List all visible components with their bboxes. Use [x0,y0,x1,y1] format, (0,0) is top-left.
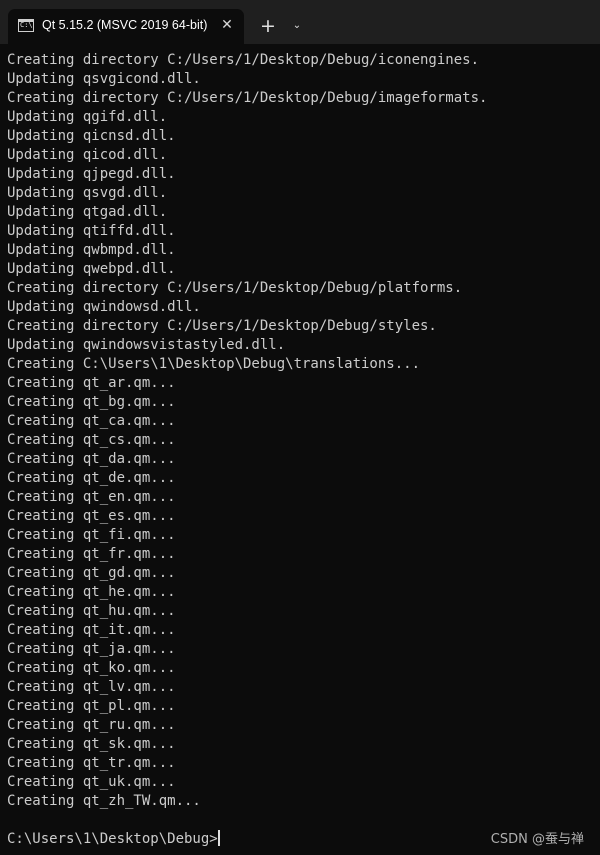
new-tab-button[interactable]: + [257,15,279,37]
console-line: Creating qt_ru.qm... [7,717,176,733]
console-icon: C:\ [18,19,34,32]
console-line: Creating qt_lv.qm... [7,679,176,695]
console-line: Creating qt_fi.qm... [7,527,176,543]
console-line: Creating qt_ja.qm... [7,641,176,657]
tab-title: Qt 5.15.2 (MSVC 2019 64-bit) [42,18,208,32]
console-line: Updating qsvgd.dll. [7,185,168,201]
prompt-text: C:\Users\1\Desktop\Debug> [7,831,218,847]
console-line: Creating directory C:/Users/1/Desktop/De… [7,90,488,106]
console-line: Updating qicod.dll. [7,147,168,163]
console-output[interactable]: Creating directory C:/Users/1/Desktop/De… [7,51,600,849]
console-line: Creating qt_it.qm... [7,622,176,638]
console-line: Creating C:\Users\1\Desktop\Debug\transl… [7,356,421,372]
console-line: Creating qt_ca.qm... [7,413,176,429]
console-line: Creating qt_zh_TW.qm... [7,793,201,809]
console-line: Creating qt_pl.qm... [7,698,176,714]
console-line: Updating qgifd.dll. [7,109,168,125]
console-line: Creating qt_ko.qm... [7,660,176,676]
text-cursor [217,830,220,846]
console-line: Creating qt_cs.qm... [7,432,176,448]
console-line: Updating qtgad.dll. [7,204,168,220]
console-line: Updating qsvgicond.dll. [7,71,201,87]
console-line: Creating qt_ar.qm... [7,375,176,391]
console-line: Updating qwindowsd.dll. [7,299,201,315]
console-line: Updating qjpegd.dll. [7,166,176,182]
console-line: Creating qt_es.qm... [7,508,176,524]
console-line: Creating directory C:/Users/1/Desktop/De… [7,52,480,68]
console-line: Updating qicnsd.dll. [7,128,176,144]
console-line: Creating qt_bg.qm... [7,394,176,410]
terminal-window: C:\ Qt 5.15.2 (MSVC 2019 64-bit) ✕ + ⌄ C… [0,0,600,855]
console-line: Updating qtiffd.dll. [7,223,176,239]
chevron-down-icon[interactable]: ⌄ [287,15,307,37]
console-line: Creating qt_hu.qm... [7,603,176,619]
console-line: Creating directory C:/Users/1/Desktop/De… [7,318,437,334]
watermark: CSDN @蚕与禅 [490,832,584,847]
console-line: Creating qt_sk.qm... [7,736,176,752]
console-line: Creating qt_fr.qm... [7,546,176,562]
console-icon-text: C:\ [20,21,33,29]
console-line: Creating qt_uk.qm... [7,774,176,790]
title-bar[interactable]: C:\ Qt 5.15.2 (MSVC 2019 64-bit) ✕ + ⌄ [0,0,600,44]
console-line: Updating qwindowsvistastyled.dll. [7,337,286,353]
console-line: Creating qt_de.qm... [7,470,176,486]
console-line: Creating qt_gd.qm... [7,565,176,581]
console-line: Updating qwbmpd.dll. [7,242,176,258]
console-lines: Creating directory C:/Users/1/Desktop/De… [7,51,600,811]
console-line: Creating qt_da.qm... [7,451,176,467]
console-line: Updating qwebpd.dll. [7,261,176,277]
console-line: Creating qt_en.qm... [7,489,176,505]
console-line: Creating directory C:/Users/1/Desktop/De… [7,280,463,296]
console-line: Creating qt_he.qm... [7,584,176,600]
terminal-tab[interactable]: C:\ Qt 5.15.2 (MSVC 2019 64-bit) ✕ [8,9,244,44]
console-line: Creating qt_tr.qm... [7,755,176,771]
close-icon[interactable]: ✕ [217,15,237,35]
